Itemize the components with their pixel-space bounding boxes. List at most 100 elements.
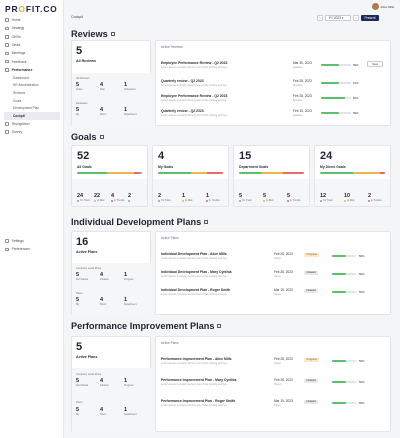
goal-bar-segment xyxy=(282,172,304,174)
goal-stat: 4 In Trouble xyxy=(111,193,125,202)
progress-fill xyxy=(332,273,347,275)
reviews-title: Reviews xyxy=(71,29,115,39)
progress-fill xyxy=(321,82,340,84)
plan-row[interactable]: Performance Improvement Plan - Roger Smi… xyxy=(161,399,387,409)
sidebar-item-tasks[interactable]: Tasks xyxy=(0,41,64,49)
progress-fill xyxy=(321,112,339,114)
active-reviews-card: Active Reviews Employee Performance Revi… xyxy=(155,40,391,126)
sidebar-item-settings[interactable]: Settings xyxy=(0,237,64,245)
user-menu[interactable]: Alice Mills xyxy=(371,3,394,10)
sidebar-item-recognition[interactable]: Recognition xyxy=(0,120,64,128)
status-badge: Progress xyxy=(304,358,320,362)
sidebar-item-survey[interactable]: Survey xyxy=(0,128,64,136)
goals-title: Goals xyxy=(71,132,104,142)
plan-row[interactable]: Performance Improvement Plan - Alice Mil… xyxy=(161,357,387,367)
progress-fill xyxy=(332,381,347,383)
sidebar-bottom: Settings Preferences xyxy=(0,237,64,254)
goal-bar-segment xyxy=(106,172,135,174)
sidebar: PROFIT.CO Home Strategy OKRs Tasks Meeti… xyxy=(0,0,64,438)
progress-bar xyxy=(332,255,356,257)
tasks-icon xyxy=(5,43,9,47)
goal-stat: 5 At Risk xyxy=(263,193,274,202)
plan-row[interactable]: Individual Development Plan - Alice Mill… xyxy=(161,252,387,262)
present-button[interactable]: Present xyxy=(361,15,379,21)
plan-row[interactable]: Individual Development Plan - Roger Smit… xyxy=(161,288,387,298)
reviews-summary-card: 5 All Reviews All Reviews 5 Active 4 Past … xyxy=(71,40,151,126)
sidebar-item-home[interactable]: Home xyxy=(0,16,64,24)
breadcrumb[interactable]: Cockpit xyxy=(71,15,83,19)
sidebar-subitem-dashboard[interactable]: Dashboard xyxy=(0,74,64,82)
review-row[interactable]: Employee Performance Review - Q2 2023 Lor… xyxy=(161,61,387,71)
review-row[interactable]: Quarterly review - Q2 2023 Lorem ipsum is… xyxy=(161,79,387,89)
stat-active: 5 Active xyxy=(76,82,83,91)
status-badge: Initiated xyxy=(304,400,319,404)
view-button[interactable]: View xyxy=(367,61,383,67)
status-dot xyxy=(263,199,265,202)
goal-card[interactable]: 4 My Goals 2 On Track 1 At Risk 1 In Trouble xyxy=(152,145,229,207)
status-badge: Initiated xyxy=(304,271,319,275)
sidebar-subitem-goals[interactable]: Goals xyxy=(0,97,64,105)
goal-card[interactable]: 24 My Direct Goals 12 On Track 10 At Risk 2 In … xyxy=(314,145,391,207)
plan-row[interactable]: Individual Development Plan - Mary Cynth… xyxy=(161,270,387,280)
external-link-icon[interactable] xyxy=(99,135,104,139)
goal-stat: 5 In Trouble xyxy=(287,193,301,202)
goal-stats: 2 On Track 1 At Risk 1 In Trouble xyxy=(153,179,228,206)
goal-bar-segment xyxy=(320,172,353,174)
sidebar-item-preferences[interactable]: Preferences xyxy=(0,245,64,253)
goal-card[interactable]: 15 Department Goals 5 On Track 5 At Risk 5 In T… xyxy=(233,145,310,207)
goal-stat: 24 On Track xyxy=(77,193,90,202)
status-dot xyxy=(158,199,160,202)
recognition-icon xyxy=(5,121,9,126)
status-dot xyxy=(94,199,96,202)
reviews-breakdown xyxy=(72,73,151,126)
sidebar-item-strategy[interactable]: Strategy xyxy=(0,24,64,32)
sidebar-subitem-cockpit[interactable]: Cockpit xyxy=(4,112,60,120)
goal-stat: 2 On Track xyxy=(158,193,171,202)
external-link-icon[interactable] xyxy=(204,220,209,224)
sidebar-item-meetings[interactable]: Meetings xyxy=(0,49,64,57)
progress-fill xyxy=(332,291,347,293)
external-link-icon[interactable] xyxy=(110,32,115,36)
plan-row[interactable]: Performance Improvement Plan - Mary Cynt… xyxy=(161,378,387,388)
user-name: Alice Mills xyxy=(380,4,394,9)
goal-stat: 5 On Track xyxy=(239,193,252,202)
goal-stat: 10 At Risk xyxy=(344,193,355,202)
progress-bar xyxy=(321,82,351,84)
progress-bar xyxy=(332,291,356,293)
goal-label: My Direct Goals xyxy=(320,165,346,169)
target-icon xyxy=(5,34,9,39)
brand-logo[interactable]: PROFIT.CO xyxy=(5,4,58,14)
review-row[interactable]: Employee Performance Review - Q2 2023 Lor… xyxy=(161,94,387,104)
goal-card[interactable]: 52 All Goals 24 On Track 22 At Risk 4 In Troubl… xyxy=(71,145,148,207)
goal-bar-segment xyxy=(139,172,142,174)
sidebar-item-feedback[interactable]: Feedback xyxy=(0,57,64,65)
status-dot xyxy=(206,199,208,202)
pip-list-card: Active Plans Performance Improvement Pla… xyxy=(155,336,391,432)
sidebar-item-performance[interactable]: Performance xyxy=(0,66,64,74)
strategy-icon xyxy=(5,26,9,31)
review-row[interactable]: Quarterly review - Q2 2023 Lorem ipsum is… xyxy=(161,109,387,119)
period-select[interactable]: FY 2023 ▾ xyxy=(325,15,351,21)
progress-fill xyxy=(332,360,347,362)
goal-count: 24 xyxy=(320,150,333,162)
status-dot xyxy=(128,199,130,202)
home-icon xyxy=(5,18,9,22)
progress-fill xyxy=(332,402,347,404)
prev-period-button[interactable]: ‹ xyxy=(317,15,323,21)
external-link-icon[interactable] xyxy=(217,324,222,328)
sidebar-subitem-hr-administration[interactable]: HR Administration xyxy=(0,82,64,90)
sidebar-subitem-reviews[interactable]: Reviews xyxy=(0,89,64,97)
sidebar-subitem-development-plan[interactable]: Development Plan xyxy=(0,104,64,112)
goal-status-bar xyxy=(158,172,223,174)
goal-stat: 1 In Trouble xyxy=(206,193,220,202)
sidebar-item-okrs[interactable]: OKRs xyxy=(0,33,64,41)
status-dot xyxy=(239,199,241,202)
goal-count: 15 xyxy=(239,150,252,162)
progress-bar xyxy=(332,360,356,362)
progress-bar xyxy=(332,402,356,404)
next-period-button[interactable]: › xyxy=(353,15,359,21)
goal-bar-segment xyxy=(206,172,223,174)
stat-past: 4 Past xyxy=(100,82,105,91)
idp-summary-card: 16 Active Plans Company Level Plans 5 Not… xyxy=(71,231,151,315)
goal-bar-segment xyxy=(77,172,107,174)
